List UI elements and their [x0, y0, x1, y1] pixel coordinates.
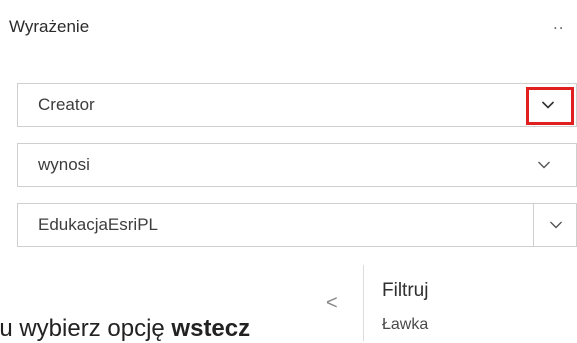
- instruction-bold: wstecz: [171, 315, 251, 342]
- more-options-button[interactable]: ..: [553, 14, 564, 34]
- chevron-down-icon[interactable]: [534, 204, 576, 246]
- value-select-value: EdukacjaEsriPL: [38, 215, 159, 234]
- value-select[interactable]: EdukacjaEsriPL: [17, 203, 577, 247]
- panel-divider: [363, 265, 364, 341]
- highlight-box: [526, 87, 574, 125]
- instruction-prefix: lu wybierz opcję: [0, 315, 172, 342]
- filter-panel-title: Filtruj: [382, 280, 429, 301]
- back-button[interactable]: <: [326, 292, 338, 315]
- operator-select[interactable]: wynosi: [17, 143, 577, 187]
- field-select[interactable]: Creator: [17, 83, 577, 127]
- filter-panel-subtitle: Ławka: [382, 316, 429, 333]
- chevron-down-icon[interactable]: [522, 144, 566, 186]
- panel-title: Wyrażenie: [9, 17, 90, 36]
- instruction-text: lu wybierz opcję wstecz: [0, 315, 250, 343]
- operator-select-value: wynosi: [38, 155, 90, 174]
- field-select-value: Creator: [38, 95, 95, 114]
